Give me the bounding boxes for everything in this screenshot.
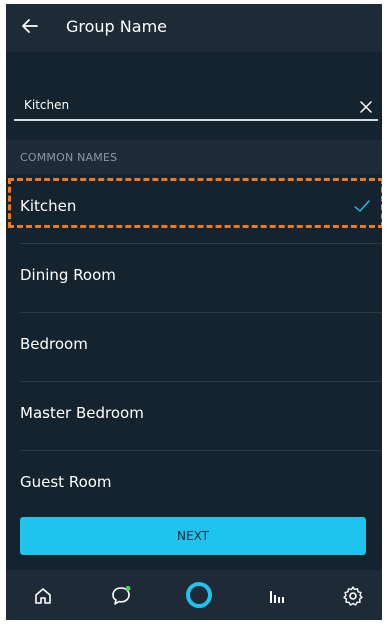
play-icon	[270, 591, 284, 603]
back-button[interactable]	[18, 14, 42, 38]
nav-settings[interactable]	[340, 583, 366, 609]
nav-alexa[interactable]	[184, 580, 214, 610]
header-bar: Group Name	[6, 4, 382, 52]
nav-home[interactable]	[30, 583, 56, 609]
list-item-label: Master Bedroom	[20, 404, 144, 422]
list-item-label: Guest Room	[20, 473, 112, 491]
alexa-icon	[186, 582, 212, 608]
app-screen: Group Name COMMON NAMES Kitchen Dining R…	[6, 4, 382, 620]
list-item-dining-room[interactable]: Dining Room	[6, 244, 382, 313]
close-icon	[360, 101, 372, 113]
clear-button[interactable]	[357, 98, 375, 116]
list-item-label: Bedroom	[20, 335, 88, 353]
input-underline	[14, 119, 378, 121]
list-item-label: Kitchen	[20, 197, 77, 215]
list-item-master-bedroom[interactable]: Master Bedroom	[6, 382, 382, 451]
list-item-kitchen[interactable]: Kitchen	[6, 175, 382, 244]
nav-play[interactable]	[264, 583, 290, 609]
bottom-navigation	[6, 570, 382, 620]
group-name-field	[14, 84, 378, 122]
list-item-bedroom[interactable]: Bedroom	[6, 313, 382, 382]
page-title: Group Name	[66, 17, 167, 36]
list-item-label: Dining Room	[20, 266, 116, 284]
list-item-guest-room[interactable]: Guest Room	[6, 451, 382, 520]
chat-icon	[112, 586, 131, 605]
section-header: COMMON NAMES	[6, 140, 382, 174]
next-button[interactable]: NEXT	[20, 517, 366, 555]
section-label: COMMON NAMES	[20, 151, 118, 164]
nav-communicate[interactable]	[108, 583, 134, 609]
group-name-input[interactable]	[14, 84, 344, 118]
checkmark-icon	[354, 200, 370, 212]
settings-icon	[343, 586, 363, 606]
arrow-left-icon	[22, 19, 38, 33]
home-icon	[35, 588, 51, 604]
